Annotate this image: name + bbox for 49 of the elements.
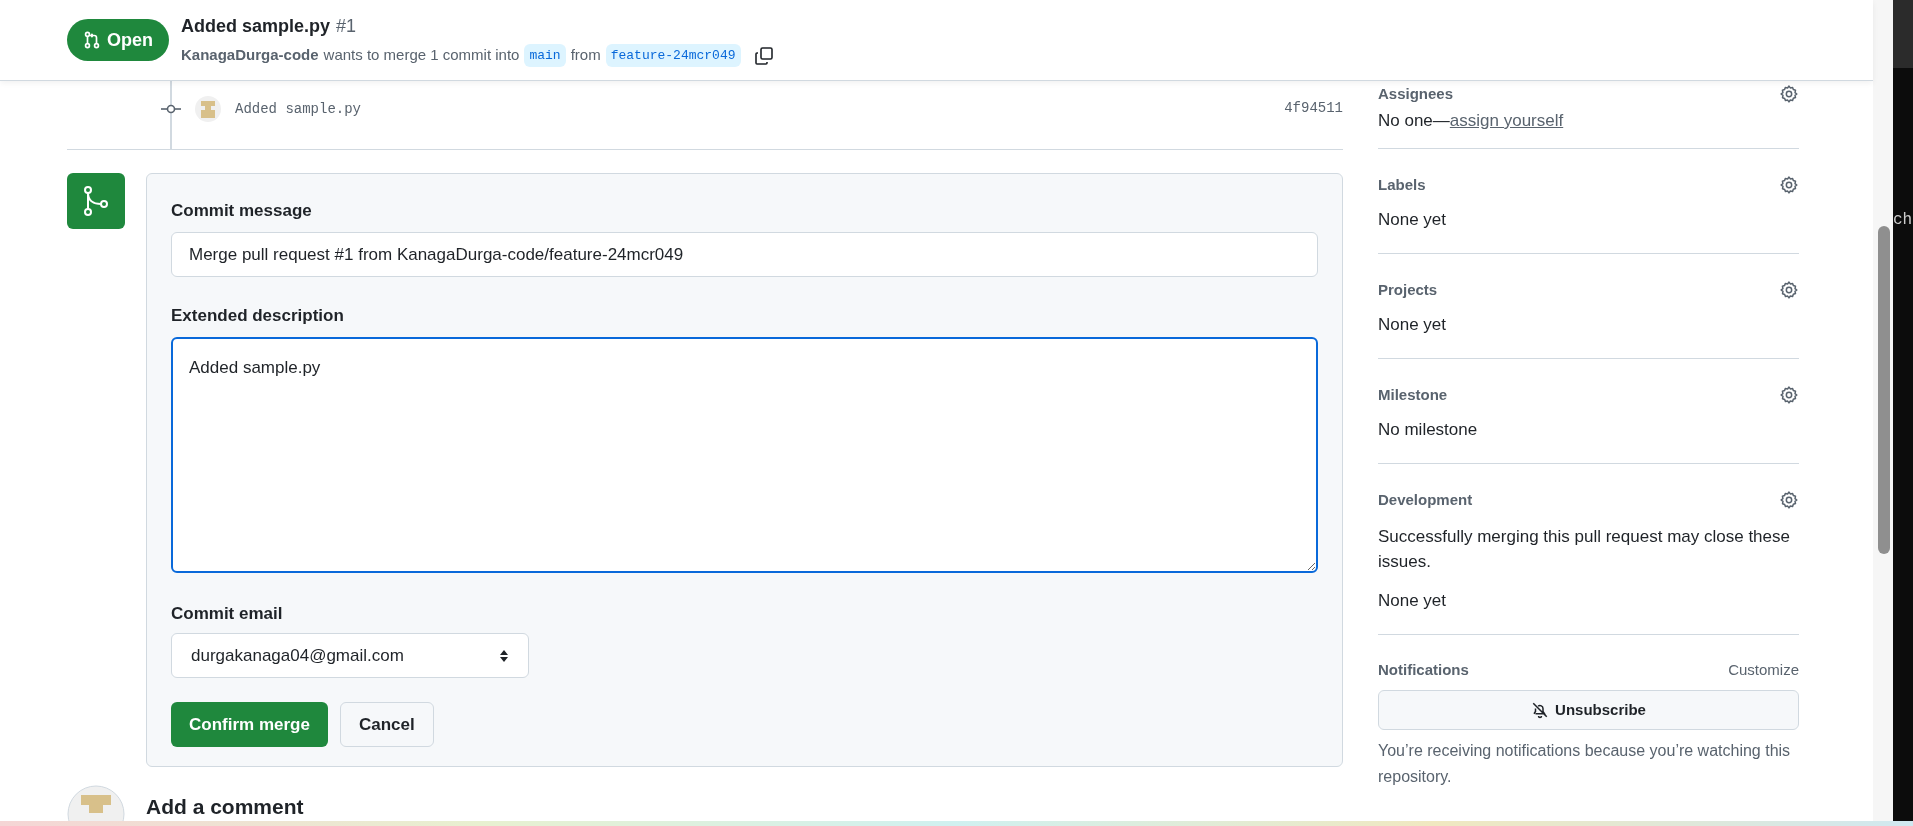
settings-icon[interactable] bbox=[1779, 175, 1799, 195]
notifications-note: You’re receiving notifications because you’re watching this repository. bbox=[1378, 741, 1792, 787]
merge-summary: wants to merge 1 commit into bbox=[323, 45, 520, 66]
field-label: Extended description bbox=[171, 305, 345, 327]
commit-message-field[interactable]: Merge pull request #1 from KanagaDurga-code/feature-24mcr049 bbox=[171, 232, 1318, 277]
pull-request-icon bbox=[83, 31, 101, 49]
branch-label[interactable]: feature-24mcr049 bbox=[605, 43, 741, 68]
window-titlebar bbox=[1893, 0, 1913, 68]
copy-icon[interactable] bbox=[753, 45, 774, 66]
state-badge: Open bbox=[67, 19, 169, 61]
pr-number: #1 bbox=[336, 14, 357, 38]
sidebar-heading[interactable]: Assignees bbox=[1378, 82, 1454, 106]
avatar-icon bbox=[195, 96, 221, 122]
bell-off-icon bbox=[1531, 701, 1550, 719]
sidebar-value: None yet bbox=[1378, 590, 1448, 612]
settings-icon[interactable] bbox=[1779, 280, 1799, 300]
sidebar-heading[interactable]: Milestone bbox=[1378, 383, 1448, 407]
assignees-value: No one—assign yourself bbox=[1378, 110, 1565, 132]
confirm-merge-button[interactable]: Confirm merge bbox=[171, 702, 328, 747]
terminal-text: ch bbox=[1893, 210, 1913, 231]
author-link[interactable]: KanagaDurga-code bbox=[181, 44, 319, 67]
commit-message[interactable]: Added sample.py bbox=[235, 98, 362, 120]
development-note: Successfully merging this pull request may close these issues. bbox=[1378, 526, 1791, 573]
add-comment-heading: Add a comment bbox=[146, 794, 304, 820]
customize-link[interactable]: Customize bbox=[1728, 658, 1799, 682]
settings-icon[interactable] bbox=[1779, 385, 1799, 405]
merge-icon bbox=[67, 173, 125, 229]
sidebar-heading: Notifications bbox=[1378, 659, 1469, 680]
commit-icon bbox=[161, 102, 181, 116]
sidebar-value: None yet bbox=[1378, 209, 1448, 231]
pr-title: Added sample.py bbox=[181, 14, 331, 38]
from-text: from bbox=[570, 45, 601, 66]
field-label: Commit message bbox=[171, 200, 313, 222]
field-label: Commit email bbox=[171, 603, 284, 625]
sidebar-heading[interactable]: Development bbox=[1378, 488, 1473, 512]
sidebar-heading[interactable]: Labels bbox=[1378, 173, 1426, 197]
commit-sha[interactable]: 4f94511 bbox=[1284, 98, 1343, 119]
sidebar-value: No milestone bbox=[1378, 419, 1479, 441]
branch-label[interactable]: main bbox=[524, 43, 566, 68]
assign-yourself-link[interactable]: assign yourself bbox=[1449, 111, 1564, 130]
unsubscribe-button[interactable]: Unsubscribe bbox=[1378, 690, 1799, 730]
settings-icon[interactable] bbox=[1779, 490, 1799, 510]
extended-description-field[interactable]: Added sample.py bbox=[171, 337, 1318, 573]
commit-email-select[interactable]: durgakanaga04@gmail.com bbox=[171, 633, 529, 678]
cancel-button[interactable]: Cancel bbox=[339, 702, 434, 747]
sidebar-value: None yet bbox=[1378, 314, 1448, 336]
sidebar-heading[interactable]: Projects bbox=[1378, 278, 1438, 302]
scrollbar-thumb[interactable] bbox=[1878, 226, 1890, 554]
settings-icon[interactable] bbox=[1779, 84, 1799, 104]
